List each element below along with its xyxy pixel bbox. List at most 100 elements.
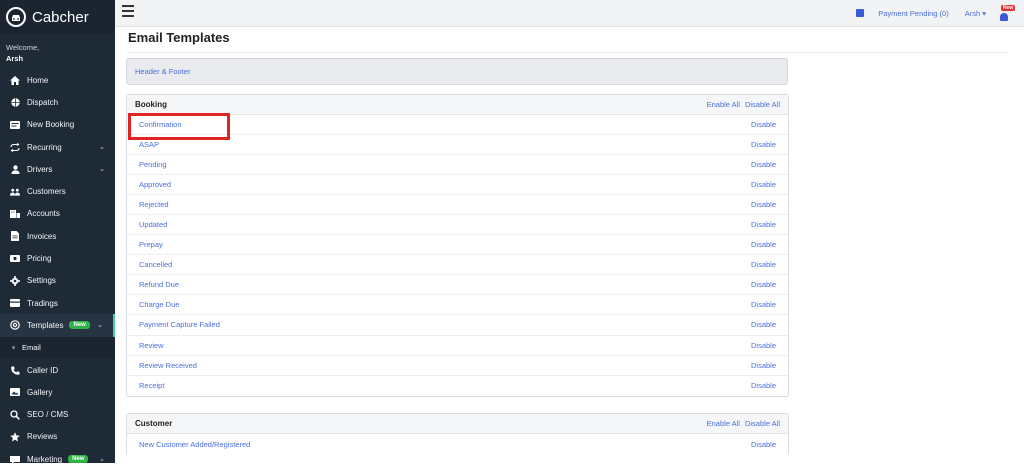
disable-link[interactable]: Disable xyxy=(751,200,776,209)
template-row-review-received: Review Received Disable xyxy=(127,356,788,376)
disable-link[interactable]: Disable xyxy=(751,381,776,390)
disable-link[interactable]: Disable xyxy=(751,361,776,370)
sidebar-item-templates[interactable]: Templates New ⌄ xyxy=(0,314,115,337)
disable-link[interactable]: Disable xyxy=(751,440,776,449)
user-menu[interactable]: Arsh ▾ xyxy=(965,9,986,18)
template-link[interactable]: Confirmation xyxy=(139,120,182,129)
sidebar-item-marketing[interactable]: Marketing New ⌄ xyxy=(0,448,115,470)
disable-link[interactable]: Disable xyxy=(751,140,776,149)
sidebar-nav: Home Dispatch New Booking Recurring ⌄ Dr… xyxy=(0,69,115,470)
disable-link[interactable]: Disable xyxy=(751,341,776,350)
bell-icon xyxy=(1000,13,1008,21)
template-link[interactable]: Approved xyxy=(139,180,171,189)
notifications-button[interactable]: New xyxy=(1000,5,1016,21)
sidebar-item-settings[interactable]: Settings xyxy=(0,270,115,292)
booking-template-list: Confirmation Disable ASAP Disable Pending D… xyxy=(127,115,788,396)
disable-link[interactable]: Disable xyxy=(751,220,776,229)
sidebar-item-customers[interactable]: Customers xyxy=(0,180,115,202)
seo-icon xyxy=(10,409,20,420)
tradings-icon xyxy=(10,298,20,308)
template-link[interactable]: Refund Due xyxy=(139,280,179,289)
booking-card-header: Booking Enable All Disable All xyxy=(127,95,788,115)
customer-disable-all-link[interactable]: Disable All xyxy=(745,419,780,428)
booking-card: Booking Enable All Disable All Confirmat… xyxy=(126,94,789,397)
template-link[interactable]: Cancelled xyxy=(139,260,172,269)
notification-badge: New xyxy=(1001,5,1016,11)
sidebar-item-label: Marketing xyxy=(27,454,63,464)
disable-link[interactable]: Disable xyxy=(751,280,776,289)
template-row-new-customer: New Customer Added/Registered Disable xyxy=(127,434,788,454)
template-row-updated: Updated Disable xyxy=(127,215,788,236)
gallery-icon xyxy=(10,387,20,397)
sidebar-item-recurring[interactable]: Recurring ⌄ xyxy=(0,136,115,158)
sidebar-item-dispatch[interactable]: Dispatch xyxy=(0,91,115,113)
disable-link[interactable]: Disable xyxy=(751,300,776,309)
topbar-right: Payment Pending (0) Arsh ▾ New xyxy=(856,0,1016,26)
customer-card-title: Customer xyxy=(135,419,173,428)
template-row-review: Review Disable xyxy=(127,336,788,356)
template-link[interactable]: Prepay xyxy=(139,240,163,249)
template-link[interactable]: Review xyxy=(139,341,164,350)
sidebar-item-gallery[interactable]: Gallery xyxy=(0,381,115,403)
sidebar-item-pricing[interactable]: Pricing xyxy=(0,247,115,269)
template-link[interactable]: Payment Capture Failed xyxy=(139,320,220,329)
repeat-icon xyxy=(10,142,20,152)
disable-link[interactable]: Disable xyxy=(751,160,776,169)
booking-icon xyxy=(10,120,20,130)
header-footer-card: Header & Footer xyxy=(126,58,788,85)
sidebar-subitem-email[interactable]: Email xyxy=(0,336,115,359)
sidebar-item-seo-cms[interactable]: SEO / CMS xyxy=(0,403,115,425)
booking-card-title: Booking xyxy=(135,100,167,109)
template-row-pending: Pending Disable xyxy=(127,155,788,176)
disable-link[interactable]: Disable xyxy=(751,260,776,269)
template-link[interactable]: Rejected xyxy=(139,200,169,209)
booking-disable-all-link[interactable]: Disable All xyxy=(745,100,780,109)
disable-link[interactable]: Disable xyxy=(751,120,776,129)
customer-enable-all-link[interactable]: Enable All xyxy=(707,419,740,428)
sidebar-item-caller-id[interactable]: Caller ID xyxy=(0,359,115,381)
sidebar-item-new-booking[interactable]: New Booking xyxy=(0,114,115,136)
pricing-icon xyxy=(10,254,20,264)
sidebar-item-drivers[interactable]: Drivers ⌄ xyxy=(0,158,115,180)
sidebar-item-label: Recurring xyxy=(27,142,62,152)
sidebar-item-home[interactable]: Home xyxy=(0,69,115,91)
sidebar-item-invoices[interactable]: Invoices xyxy=(0,225,115,247)
sidebar-item-tradings[interactable]: Tradings xyxy=(0,292,115,314)
disable-link[interactable]: Disable xyxy=(751,180,776,189)
hamburger-menu-icon[interactable] xyxy=(122,5,134,17)
sidebar-item-label: Reviews xyxy=(27,432,58,442)
disable-link[interactable]: Disable xyxy=(751,240,776,249)
sidebar-item-accounts[interactable]: Accounts xyxy=(0,203,115,225)
sidebar-item-label: Gallery xyxy=(27,387,53,397)
welcome-block: Welcome, Arsh xyxy=(0,34,115,64)
brand-name: Cabcher xyxy=(32,8,89,26)
template-link[interactable]: Updated xyxy=(139,220,167,229)
template-link[interactable]: Receipt xyxy=(139,381,164,390)
template-link[interactable]: Pending xyxy=(139,160,167,169)
sidebar-item-label: Templates xyxy=(27,320,64,330)
disable-link[interactable]: Disable xyxy=(751,320,776,329)
driver-icon xyxy=(10,164,20,174)
page-title: Email Templates xyxy=(128,30,230,45)
template-link[interactable]: ASAP xyxy=(139,140,159,149)
payment-pending-link[interactable]: Payment Pending (0) xyxy=(878,9,948,18)
chevron-down-icon: ⌄ xyxy=(99,166,105,174)
chevron-down-icon: ⌄ xyxy=(99,456,105,464)
template-link[interactable]: New Customer Added/Registered xyxy=(139,440,250,449)
header-footer-link[interactable]: Header & Footer xyxy=(135,67,190,76)
template-link[interactable]: Charge Due xyxy=(139,300,179,309)
template-row-confirmation: Confirmation Disable xyxy=(127,115,788,136)
customer-bulk-actions: Enable All Disable All xyxy=(707,419,780,428)
template-row-approved: Approved Disable xyxy=(127,175,788,196)
brand[interactable]: Cabcher xyxy=(0,0,115,34)
sidebar-item-label: Pricing xyxy=(27,254,52,264)
sidebar-item-reviews[interactable]: Reviews xyxy=(0,426,115,448)
booking-enable-all-link[interactable]: Enable All xyxy=(707,100,740,109)
user-menu-label: Arsh xyxy=(964,8,981,18)
sidebar-item-label: Invoices xyxy=(27,231,57,241)
template-link[interactable]: Review Received xyxy=(139,361,197,370)
accounts-icon xyxy=(10,209,20,219)
sidebar-item-label: Home xyxy=(27,75,49,85)
star-icon xyxy=(10,432,20,442)
calendar-icon[interactable] xyxy=(856,9,865,17)
